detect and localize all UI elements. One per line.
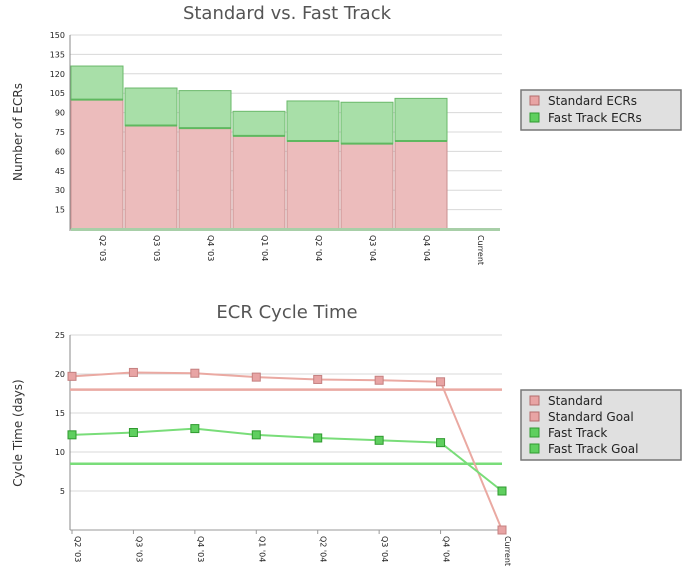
bar-y-tick-label: 135	[50, 50, 65, 59]
dashboard-charts: Standard vs. Fast Track Number of ECRs 1…	[11, 3, 682, 566]
line-y-tick-label: 5	[60, 487, 65, 496]
bar-x-tick-label: Q3 '04	[368, 235, 377, 261]
series-marker	[128, 367, 138, 377]
legend-swatch	[529, 427, 540, 438]
series-marker	[313, 374, 323, 384]
bar-x-tick-label: Q4 '03	[206, 235, 215, 261]
bar-y-tick-label: 120	[50, 70, 65, 79]
legend-label: Standard Goal	[548, 410, 634, 424]
series-marker	[436, 438, 446, 448]
line-chart: ECR Cycle Time Cycle Time (days) 5 10 15 20…	[11, 302, 682, 566]
series-marker	[190, 424, 200, 434]
series-marker	[436, 377, 446, 387]
series-marker	[313, 433, 323, 443]
series-marker	[374, 435, 384, 445]
bar-plot-area: 15 30 45 60 75 90 105 120 135 150 Q2 '03 Q3 '03 Q4 '…	[50, 31, 502, 265]
line-x-tick-label: Q1 '04	[257, 536, 266, 562]
series-line	[71, 371, 503, 531]
series-marker	[497, 486, 507, 496]
series-marker	[67, 371, 77, 381]
bar-fast-track-ecrs	[340, 101, 394, 145]
line-plot-area: 5 10 15 20 25 Q2 '03 Q3 '03 Q4 '03 Q1 '04 Q2 '04 Q…	[55, 331, 512, 566]
bar-baseline	[71, 228, 500, 231]
bar-chart: Standard vs. Fast Track Number of ECRs 1…	[11, 3, 682, 265]
legend-label: Fast Track	[548, 426, 607, 440]
line-x-tick-label: Q4 '03	[196, 536, 205, 562]
bar-standard-ecrs	[124, 125, 178, 230]
line-y-tick-label: 20	[55, 370, 65, 379]
bar-standard-ecrs	[286, 140, 340, 230]
series-marker	[374, 375, 384, 385]
legend-label: Fast Track Goal	[548, 442, 638, 456]
line-x-tick-label: Q2 '04	[319, 536, 328, 562]
bar-x-tick-label: Q4 '04	[422, 235, 431, 261]
bar-fast-track-ecrs	[178, 90, 232, 129]
bar-fast-track-ecrs	[286, 100, 340, 142]
bar-y-tick-label: 60	[55, 147, 65, 156]
line-x-tick-label: Current	[503, 536, 512, 566]
line-x-tick-label: Q3 '03	[134, 536, 143, 562]
bar-x-tick-label: Q3 '03	[152, 235, 161, 261]
bar-standard-ecrs	[232, 135, 286, 230]
bar-standard-ecrs	[70, 99, 124, 230]
bar-standard-ecrs	[178, 127, 232, 230]
series-marker	[497, 525, 507, 535]
bar-fast-track-ecrs	[394, 97, 448, 142]
legend-swatch	[529, 112, 540, 123]
bar-x-tick-label: Q2 '04	[314, 235, 323, 261]
line-y-tick-label: 15	[55, 409, 65, 418]
series-marker	[190, 368, 200, 378]
bar-fast-track-ecrs	[124, 87, 178, 127]
bar-x-tick-label: Current	[476, 235, 485, 265]
line-chart-title: ECR Cycle Time	[216, 302, 357, 323]
bar-chart-y-axis-label: Number of ECRs	[11, 83, 25, 181]
bar-y-tick-label: 75	[55, 128, 65, 137]
bar-y-tick-label: 45	[55, 167, 65, 176]
legend-swatch	[529, 395, 540, 406]
bar-chart-title: Standard vs. Fast Track	[183, 3, 392, 24]
line-x-tick-label: Q2 '03	[73, 536, 82, 562]
legend-label: Standard	[548, 394, 603, 408]
bar-x-tick-label: Q1 '04	[260, 235, 269, 261]
series-marker	[251, 372, 261, 382]
line-chart-legend: Standard Standard Goal Fast Track Fast Trac…	[520, 389, 682, 461]
line-x-tick-label: Q4 '04	[442, 536, 451, 562]
bar-y-tick-label: 150	[50, 31, 65, 40]
bar-y-tick-label: 30	[55, 186, 65, 195]
bar-y-tick-label: 105	[50, 89, 65, 98]
legend-swatch	[529, 95, 540, 106]
legend-label: Standard ECRs	[548, 94, 637, 108]
line-chart-y-axis-label: Cycle Time (days)	[11, 379, 25, 486]
line-y-tick-label: 25	[55, 331, 65, 340]
bar-y-tick-label: 15	[55, 206, 65, 215]
bar-standard-ecrs	[394, 140, 448, 230]
bar-y-tick-label: 90	[55, 109, 65, 118]
bar-chart-legend: Standard ECRs Fast Track ECRs	[520, 89, 682, 131]
series-marker	[128, 428, 138, 437]
line-y-tick-label: 10	[55, 448, 65, 457]
series-marker	[251, 430, 261, 440]
bar-fast-track-ecrs	[70, 65, 124, 101]
series-marker	[67, 430, 77, 440]
line-x-tick-label: Q3 '04	[380, 536, 389, 562]
bar-standard-ecrs	[340, 143, 394, 230]
bar-x-tick-label: Q2 '03	[98, 235, 107, 261]
legend-swatch	[529, 411, 540, 422]
legend-swatch	[529, 443, 540, 454]
legend-label: Fast Track ECRs	[548, 111, 642, 125]
bar-fast-track-ecrs	[232, 110, 286, 137]
series-line	[71, 427, 503, 492]
